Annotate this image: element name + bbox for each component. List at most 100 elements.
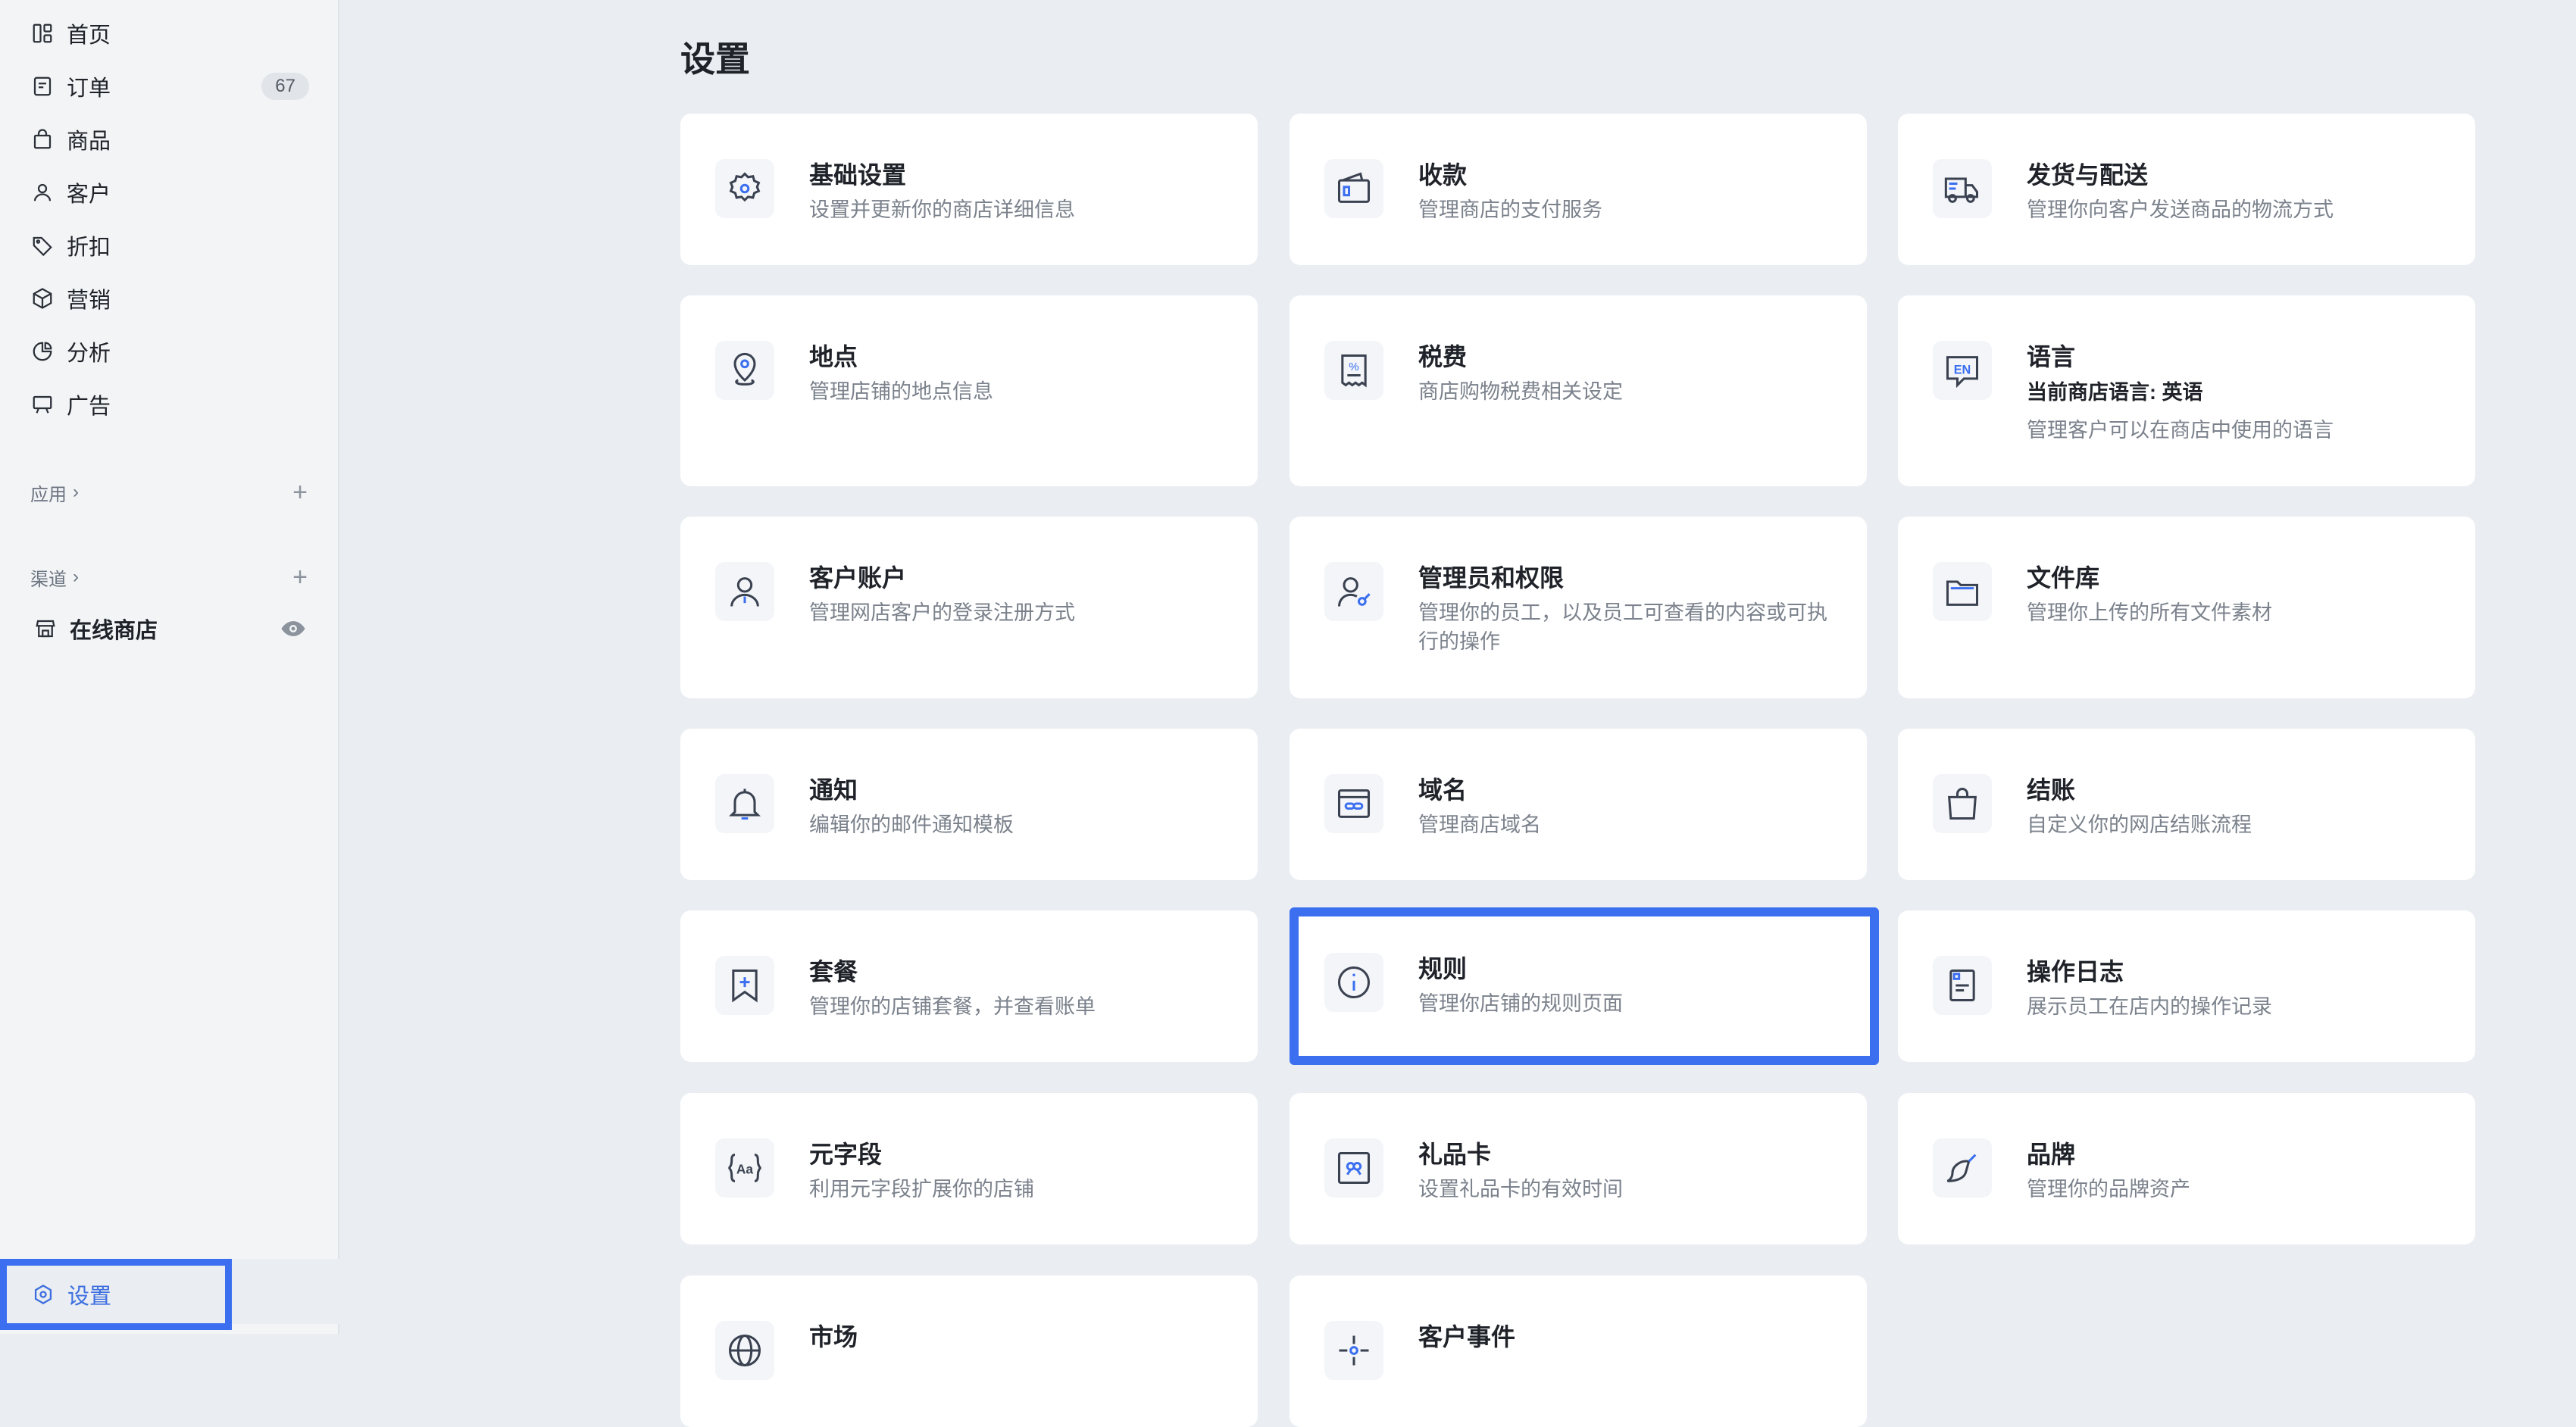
card-customer-accounts[interactable]: 客户账户 管理网店客户的登录注册方式 [680, 517, 1258, 698]
card-title: 地点 [809, 343, 858, 370]
card-desc: 管理你上传的所有文件素材 [2027, 601, 2272, 624]
card-title: 语言 [2027, 343, 2076, 370]
apps-section-toggle[interactable]: 应用 › [30, 479, 79, 506]
tax-receipt-icon: % [1324, 341, 1383, 400]
card-checkout[interactable]: 结账 自定义你的网店结账流程 [1898, 729, 2475, 880]
card-title: 文件库 [2027, 564, 2100, 592]
card-title: 域名 [1418, 776, 1468, 804]
user-icon [30, 180, 55, 205]
card-title: 客户账户 [809, 564, 907, 592]
nav-label: 营销 [67, 289, 111, 313]
current-language: 当前商店语言: 英语 [2027, 381, 2203, 404]
order-icon [30, 74, 55, 98]
card-desc: 设置并更新你的商店详细信息 [809, 198, 1075, 221]
card-desc: 管理你的品牌资产 [2027, 1178, 2190, 1201]
apps-section-header: 应用 › + [30, 477, 308, 507]
card-gift-cards[interactable]: 礼品卡 设置礼品卡的有效时间 [1290, 1093, 1867, 1244]
bookmark-plus-icon [715, 956, 774, 1015]
nav-item-ads[interactable]: 广告 [0, 382, 339, 427]
card-taxes[interactable]: % 税费 商店购物税费相关设定 [1290, 295, 1867, 486]
nav-label: 在线商店 [70, 619, 158, 643]
card-admins-permissions[interactable]: 管理员和权限 管理你的员工，以及员工可查看的内容或可执行的操作 [1290, 517, 1867, 698]
cube-icon [30, 286, 55, 311]
language-en-icon: EN [1933, 341, 1992, 400]
card-desc: 管理你的员工，以及员工可查看的内容或可执行的操作 [1418, 601, 1827, 653]
card-title: 通知 [809, 776, 858, 804]
card-basic-settings[interactable]: 基础设置 设置并更新你的商店详细信息 [680, 114, 1258, 265]
card-desc: 展示员工在店内的操作记录 [2027, 995, 2272, 1018]
nav-label: 首页 [67, 23, 111, 48]
nav-label: 广告 [67, 395, 111, 419]
gear-icon [715, 159, 774, 218]
card-title: 元字段 [809, 1141, 883, 1168]
nav-item-orders[interactable]: 订单 67 [0, 64, 339, 109]
card-desc: 编辑你的邮件通知模板 [809, 813, 1014, 836]
card-metafields[interactable]: Aa 元字段 利用元字段扩展你的店铺 [680, 1093, 1258, 1244]
card-payments[interactable]: 收款 管理商店的支付服务 [1290, 114, 1867, 265]
add-channel-button[interactable]: + [292, 564, 308, 590]
svg-text:EN: EN [1954, 363, 1971, 376]
apps-label: 应用 [30, 484, 67, 505]
truck-icon [1933, 159, 1992, 218]
card-brand[interactable]: 品牌 管理你的品牌资产 [1898, 1093, 2475, 1244]
eye-icon[interactable] [280, 616, 306, 642]
card-title: 收款 [1418, 161, 1468, 189]
card-title: 管理员和权限 [1418, 564, 1565, 592]
shopping-bag-icon [1933, 774, 1992, 833]
nav-item-customers[interactable]: 客户 [0, 170, 339, 215]
card-desc: 利用元字段扩展你的店铺 [809, 1178, 1034, 1201]
card-desc: 管理店铺的地点信息 [809, 380, 993, 403]
card-title: 发货与配送 [2027, 161, 2149, 189]
bag-icon [30, 127, 55, 151]
card-title: 套餐 [809, 958, 858, 985]
nav-item-settings[interactable]: 设置 [0, 1259, 232, 1330]
chevron-right-icon: › [73, 567, 79, 587]
card-notifications[interactable]: 通知 编辑你的邮件通知模板 [680, 729, 1258, 880]
card-policies[interactable]: 规则 管理你店铺的规则页面 [1290, 907, 1879, 1065]
nav-label: 商品 [67, 130, 111, 154]
nav-label: 设置 [67, 1285, 112, 1309]
channels-label: 渠道 [30, 569, 67, 590]
sidebar: 首页 订单 67 商品 客户 折扣 营销 分析 广告 应用 › + 渠道 › + 在… [0, 0, 339, 1334]
card-title: 税费 [1418, 343, 1468, 370]
card-locations[interactable]: 地点 管理店铺的地点信息 [680, 295, 1258, 486]
card-shipping[interactable]: 发货与配送 管理你向客户发送商品的物流方式 [1898, 114, 2475, 265]
add-app-button[interactable]: + [292, 479, 308, 505]
store-icon [33, 617, 58, 641]
nav-item-online-store[interactable]: 在线商店 [0, 606, 339, 651]
card-activity-log[interactable]: 操作日志 展示员工在店内的操作记录 [1898, 910, 2475, 1062]
card-desc: 管理客户可以在商店中使用的语言 [2027, 419, 2334, 442]
home-icon [30, 21, 55, 45]
nav-item-analytics[interactable]: 分析 [0, 329, 339, 374]
brand-icon [1933, 1138, 1992, 1197]
card-desc: 自定义你的网店结账流程 [2027, 813, 2252, 836]
bell-icon [715, 774, 774, 833]
metafield-icon: Aa [715, 1138, 774, 1197]
globe-icon [715, 1321, 774, 1380]
card-file-library[interactable]: 文件库 管理你上传的所有文件素材 [1898, 517, 2475, 698]
customer-account-icon [715, 562, 774, 621]
card-domains[interactable]: 域名 管理商店域名 [1290, 729, 1867, 880]
card-languages[interactable]: EN 语言 当前商店语言: 英语 管理客户可以在商店中使用的语言 [1898, 295, 2475, 486]
info-icon [1324, 953, 1383, 1012]
sparkle-icon [1324, 1321, 1383, 1380]
channels-section-toggle[interactable]: 渠道 › [30, 564, 79, 591]
card-customer-events[interactable]: 客户事件 [1290, 1276, 1867, 1427]
nav-item-marketing[interactable]: 营销 [0, 276, 339, 321]
card-title: 操作日志 [2027, 958, 2124, 985]
nav-label: 订单 [67, 77, 111, 101]
card-desc: 设置礼品卡的有效时间 [1418, 1178, 1623, 1201]
card-title: 市场 [809, 1323, 858, 1350]
nav-item-home[interactable]: 首页 [0, 11, 339, 56]
nav-item-products[interactable]: 商品 [0, 117, 339, 162]
card-title: 基础设置 [809, 161, 907, 189]
svg-text:%: % [1349, 361, 1358, 373]
chevron-right-icon: › [73, 482, 79, 502]
card-markets[interactable]: 市场 [680, 1276, 1258, 1427]
domain-link-icon [1324, 774, 1383, 833]
page-title: 设置 [680, 39, 750, 79]
admin-key-icon [1324, 562, 1383, 621]
card-title: 规则 [1418, 955, 1468, 982]
card-plans[interactable]: 套餐 管理你的店铺套餐，并查看账单 [680, 910, 1258, 1062]
nav-item-discounts[interactable]: 折扣 [0, 223, 339, 268]
